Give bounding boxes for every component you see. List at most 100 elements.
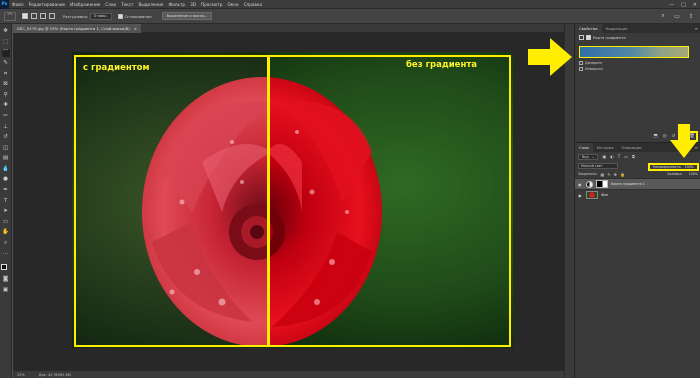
chevron-down-icon: ⌄ <box>591 154 595 159</box>
reverse-option[interactable]: Инверсия <box>579 67 603 71</box>
frame-tool-icon[interactable]: ⊠ <box>2 81 10 89</box>
more-tools-icon[interactable]: … <box>2 250 10 258</box>
clone-stamp-tool-icon[interactable]: ⊥ <box>2 123 10 131</box>
maximize-button[interactable]: □ <box>681 2 686 8</box>
brush-tool-icon[interactable]: ✏ <box>2 113 10 121</box>
layer-mask-thumbnail[interactable] <box>596 180 608 188</box>
shape-tool-icon[interactable]: ▭ <box>2 218 10 226</box>
zoom-tool-icon[interactable]: ⌕ <box>2 240 10 248</box>
layer-name[interactable]: Фон <box>601 193 608 197</box>
menu-image[interactable]: Изображение <box>70 2 100 7</box>
color-swatches[interactable] <box>0 263 11 274</box>
lock-all-icon[interactable]: 🔒 <box>620 172 625 177</box>
menu-view[interactable]: Просмотр <box>201 2 223 7</box>
document-tab-close-icon[interactable]: × <box>134 26 137 31</box>
tab-properties[interactable]: Свойства <box>575 24 602 33</box>
type-filter-icon[interactable]: T <box>618 154 620 159</box>
tab-history[interactable]: История <box>593 143 618 152</box>
dither-option[interactable]: Дизеринг <box>579 61 603 65</box>
blend-mode-select[interactable]: Мягкий свет <box>578 162 618 169</box>
crop-tool-icon[interactable]: ⌗ <box>2 70 10 78</box>
quick-mask-icon[interactable]: ◙ <box>2 276 10 284</box>
gradient-tool-icon[interactable]: ▤ <box>2 155 10 163</box>
menu-layers[interactable]: Слои <box>105 2 116 7</box>
layer-name[interactable]: Карта градиента 1 <box>611 182 645 186</box>
healing-brush-tool-icon[interactable]: ✚ <box>2 102 10 110</box>
dither-checkbox[interactable] <box>579 61 583 65</box>
gradient-map-preview[interactable] <box>579 46 689 58</box>
properties-menu-icon[interactable]: ≡ <box>695 24 700 33</box>
antialias-checkbox[interactable] <box>117 13 123 19</box>
document-size: Док: 42,9M/85,8M <box>38 372 71 377</box>
mask-icon[interactable] <box>586 35 591 40</box>
fill-value[interactable]: 100% <box>689 172 698 176</box>
properties-header: Карта градиента <box>575 33 700 42</box>
add-selection-icon[interactable] <box>31 13 37 19</box>
options-right-icons: ⌕ ▭ ⇧ <box>659 12 695 20</box>
marquee-tool-icon[interactable]: ⬚ <box>2 39 10 47</box>
new-selection-icon[interactable] <box>22 13 28 19</box>
eye-icon[interactable]: ◉ <box>578 193 583 198</box>
subtract-selection-icon[interactable] <box>40 13 46 19</box>
with-gradient-caption: с градиентом <box>83 63 150 73</box>
menu-window[interactable]: Окно <box>227 2 238 7</box>
view-previous-icon[interactable]: ◎ <box>663 134 667 139</box>
tab-adjustments[interactable]: Коррекция <box>602 24 632 33</box>
layer-kind-select[interactable]: Вид ⌄ <box>578 153 599 160</box>
canvas-workspace[interactable]: с градиентом без градиента <box>13 33 573 370</box>
layer-background[interactable]: ◉ Фон <box>575 189 700 200</box>
shape-filter-icon[interactable]: ▭ <box>624 154 628 159</box>
document-tab-title: DSC_9279.jpg @ 25% (Карта градиента 1, С… <box>17 26 130 31</box>
layer-gradient-map[interactable]: ◉ Карта градиента 1 <box>575 178 700 189</box>
adjustment-filter-icon[interactable]: ◐ <box>610 154 614 159</box>
smart-filter-icon[interactable]: ⧉ <box>632 154 635 159</box>
foreground-color-swatch[interactable] <box>0 263 7 270</box>
intersect-selection-icon[interactable] <box>49 13 55 19</box>
eraser-tool-icon[interactable]: ◫ <box>2 144 10 152</box>
adjustment-layer-icon <box>586 180 593 188</box>
blur-tool-icon[interactable]: 💧 <box>2 166 10 174</box>
lasso-tool-icon[interactable]: ⌒ <box>1 49 10 58</box>
screen-mode-icon[interactable]: ▣ <box>2 287 10 295</box>
layers-panel: Слои История Операции ≡ Вид ⌄ ▣ ◐ T ▭ ⧉ … <box>575 142 700 378</box>
menu-edit[interactable]: Редактирование <box>29 2 66 7</box>
zoom-level[interactable]: 25% <box>17 373 25 377</box>
path-selection-tool-icon[interactable]: ➤ <box>2 208 10 216</box>
dodge-tool-icon[interactable]: ● <box>2 176 10 184</box>
lasso-tool-preset-icon[interactable]: ⌒ <box>4 11 16 21</box>
clip-icon[interactable]: ⬒ <box>653 134 657 139</box>
workspace-icon[interactable]: ▭ <box>673 12 681 20</box>
pen-tool-icon[interactable]: ✒ <box>2 187 10 195</box>
tab-layers[interactable]: Слои <box>575 143 593 152</box>
feather-input[interactable]: 0 пикс. <box>90 12 112 20</box>
select-and-mask-button[interactable]: Выделение и маска... <box>161 12 213 20</box>
menu-select[interactable]: Выделение <box>139 2 164 7</box>
hand-tool-icon[interactable]: ✋ <box>2 229 10 237</box>
document-tab[interactable]: DSC_9279.jpg @ 25% (Карта градиента 1, С… <box>13 24 141 33</box>
history-brush-tool-icon[interactable]: ↺ <box>2 134 10 142</box>
eye-icon[interactable]: ◉ <box>578 182 583 187</box>
opacity-value[interactable]: 100% <box>685 165 694 169</box>
lock-position-icon[interactable]: ✥ <box>614 172 617 177</box>
menu-help[interactable]: Справка <box>244 2 262 7</box>
menu-filter[interactable]: Фильтр <box>169 2 186 7</box>
tab-actions[interactable]: Операции <box>618 143 646 152</box>
pixel-filter-icon[interactable]: ▣ <box>602 154 606 159</box>
properties-title: Карта градиента <box>593 35 626 40</box>
opacity-control[interactable]: Непрозрачность: 100% <box>648 163 699 171</box>
reverse-checkbox[interactable] <box>579 67 583 71</box>
lock-transparent-icon[interactable]: ▦ <box>601 172 605 177</box>
eyedropper-tool-icon[interactable]: ⚲ <box>2 91 10 99</box>
minimize-button[interactable]: — <box>669 2 674 8</box>
menu-file[interactable]: Файл <box>12 2 24 7</box>
lock-image-icon[interactable]: ✎ <box>607 172 610 177</box>
menu-type[interactable]: Текст <box>121 2 133 7</box>
type-tool-icon[interactable]: T <box>2 197 10 205</box>
menu-3d[interactable]: 3D <box>190 2 196 7</box>
lock-label: Закрепить: <box>578 172 598 176</box>
close-button[interactable]: ✕ <box>693 2 697 8</box>
quick-select-tool-icon[interactable]: ✎ <box>2 60 10 68</box>
share-icon[interactable]: ⇧ <box>687 12 695 20</box>
search-icon[interactable]: ⌕ <box>659 12 667 20</box>
move-tool-icon[interactable]: ✥ <box>2 28 10 36</box>
